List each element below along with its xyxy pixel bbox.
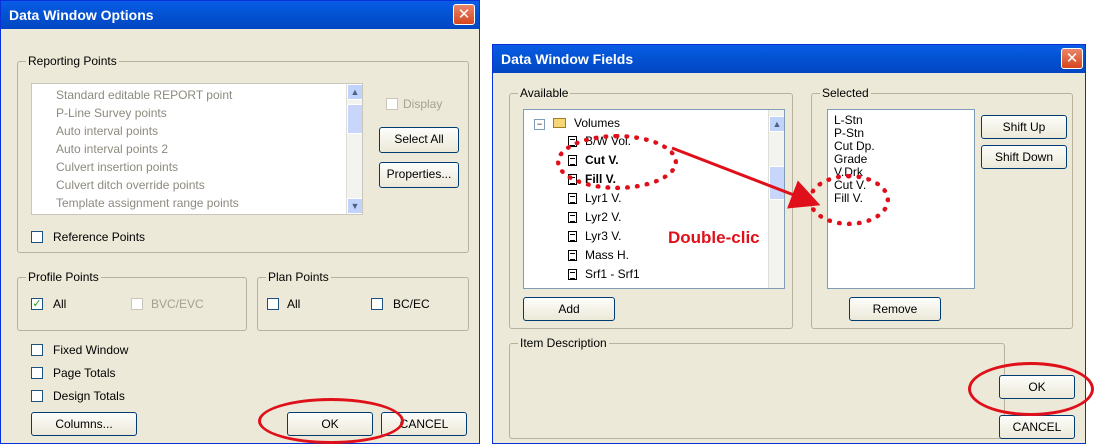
arrow-down-icon: ▼ <box>350 201 360 211</box>
title-bar[interactable]: Data Window Options <box>1 1 479 29</box>
profile-points-label: Profile Points <box>26 270 101 284</box>
collapse-icon[interactable]: − <box>534 119 545 130</box>
reporting-point-item[interactable]: Template assignment range points <box>56 196 239 210</box>
reporting-point-item[interactable]: Auto interval points 2 <box>56 142 168 156</box>
cancel-label: CANCEL <box>1012 420 1062 434</box>
data-window-options-dialog: Data Window Options ✕ Reporting Points S… <box>0 0 480 444</box>
field-label: Lyr1 V. <box>585 191 622 205</box>
dialog-title: Data Window Options <box>9 7 154 23</box>
item-description-group: Item Description <box>509 336 1005 439</box>
folder-icon <box>553 118 566 128</box>
field-icon <box>568 193 577 204</box>
available-field-item[interactable]: Lyr2 V. <box>568 210 621 224</box>
field-icon <box>568 269 577 280</box>
arrow-up-icon: ▲ <box>772 119 782 129</box>
reference-points-checkbox[interactable] <box>31 231 43 243</box>
fixed-window-checkbox[interactable] <box>31 344 43 356</box>
field-icon <box>568 231 577 242</box>
available-field-item[interactable]: Lyr1 V. <box>568 191 621 205</box>
bvc-evc-label: BVC/EVC <box>151 297 204 311</box>
shift-down-label: Shift Down <box>994 150 1054 164</box>
display-checkbox[interactable] <box>386 98 398 110</box>
shift-down-button[interactable]: Shift Down <box>981 145 1067 169</box>
reporting-point-item[interactable]: P-Line Survey points <box>56 106 167 120</box>
ok-highlight-ellipse <box>258 398 404 444</box>
scroll-thumb[interactable] <box>347 104 362 134</box>
reporting-point-item[interactable]: Auto interval points <box>56 124 158 138</box>
ok-highlight-ellipse-right <box>968 362 1094 416</box>
reporting-points-list[interactable]: Standard editable REPORT point P-Line Sur… <box>31 83 363 215</box>
reporting-point-item[interactable]: Standard editable REPORT point <box>56 88 232 102</box>
available-field-item[interactable]: Lyr3 V. <box>568 229 621 243</box>
scroll-up-button[interactable]: ▲ <box>769 116 784 132</box>
double-click-annotation: Double-clic <box>668 228 760 247</box>
display-label: Display <box>403 97 443 111</box>
checkmark-icon: ✓ <box>32 298 42 310</box>
field-label: Srf1 - Srf1 <box>585 267 640 281</box>
scroll-up-button[interactable]: ▲ <box>347 84 362 100</box>
item-description-label: Item Description <box>518 336 609 350</box>
available-label: Available <box>518 86 571 100</box>
shift-up-button[interactable]: Shift Up <box>981 115 1067 139</box>
profile-all-label: All <box>53 297 67 311</box>
selected-highlight-dotted <box>808 174 890 226</box>
scroll-thumb[interactable] <box>769 166 784 200</box>
selected-label: Selected <box>820 86 871 100</box>
cancel-button[interactable]: CANCEL <box>999 415 1075 439</box>
reference-points-label: Reference Points <box>53 230 146 244</box>
available-field-item[interactable]: Mass H. <box>568 248 629 262</box>
close-icon: ✕ <box>1065 50 1079 67</box>
field-label: Lyr3 V. <box>585 229 622 243</box>
page-totals-label: Page Totals <box>53 366 116 380</box>
field-label: Srf2 - Srf2 <box>585 286 640 288</box>
select-all-button[interactable]: Select All <box>379 127 459 153</box>
fixed-window-label: Fixed Window <box>53 343 129 357</box>
design-totals-label: Design Totals <box>53 389 125 403</box>
reporting-point-item[interactable]: Culvert ditch override points <box>56 178 205 192</box>
remove-button[interactable]: Remove <box>849 297 941 321</box>
shift-up-label: Shift Up <box>1002 120 1046 134</box>
folder-label: Volumes <box>574 116 621 130</box>
profile-all-checkbox[interactable]: ✓ <box>31 298 43 310</box>
background-window-strip <box>480 0 492 444</box>
field-icon <box>568 288 577 289</box>
available-field-item[interactable]: Srf2 - Srf2 <box>568 286 640 289</box>
cancel-label: CANCEL <box>399 417 449 431</box>
close-button[interactable]: ✕ <box>453 4 475 25</box>
field-icon <box>568 250 577 261</box>
columns-button[interactable]: Columns... <box>31 412 137 436</box>
plan-points-label: Plan Points <box>266 270 331 284</box>
close-button[interactable]: ✕ <box>1061 48 1083 69</box>
bc-ec-label: BC/EC <box>393 297 430 311</box>
close-icon: ✕ <box>457 6 471 23</box>
bvc-evc-checkbox[interactable] <box>131 298 143 310</box>
field-label: Mass H. <box>585 248 630 262</box>
field-label: Lyr2 V. <box>585 210 622 224</box>
add-button[interactable]: Add <box>523 297 615 321</box>
dialog-title: Data Window Fields <box>501 51 634 67</box>
scroll-down-button[interactable]: ▼ <box>347 198 362 214</box>
tree-folder-volumes[interactable]: − Volumes <box>534 116 620 130</box>
page-totals-checkbox[interactable] <box>31 367 43 379</box>
arrow-up-icon: ▲ <box>350 87 360 97</box>
bc-ec-checkbox[interactable] <box>371 298 383 310</box>
available-scrollbar[interactable]: ▲ <box>768 110 784 288</box>
reporting-point-item[interactable]: Culvert insertion points <box>56 160 178 174</box>
select-all-label: Select All <box>394 132 444 146</box>
remove-label: Remove <box>872 302 918 316</box>
plan-all-label: All <box>287 297 301 311</box>
properties-button[interactable]: Properties... <box>379 162 459 188</box>
title-bar[interactable]: Data Window Fields <box>493 45 1085 73</box>
design-totals-checkbox[interactable] <box>31 390 43 402</box>
available-field-item[interactable]: Srf1 - Srf1 <box>568 267 640 281</box>
properties-label: Properties... <box>386 167 452 181</box>
available-tree[interactable]: − Volumes B/W Vol. Cut V. Fill V. Lyr1 V. Lyr… <box>523 109 785 289</box>
field-icon <box>568 212 577 223</box>
columns-label: Columns... <box>55 417 113 431</box>
plan-all-checkbox[interactable] <box>267 298 279 310</box>
reporting-points-label: Reporting Points <box>26 54 119 68</box>
reporting-points-scrollbar[interactable]: ▲ ▼ <box>346 84 362 214</box>
add-label: Add <box>558 302 580 316</box>
available-highlight-dotted <box>556 134 678 190</box>
